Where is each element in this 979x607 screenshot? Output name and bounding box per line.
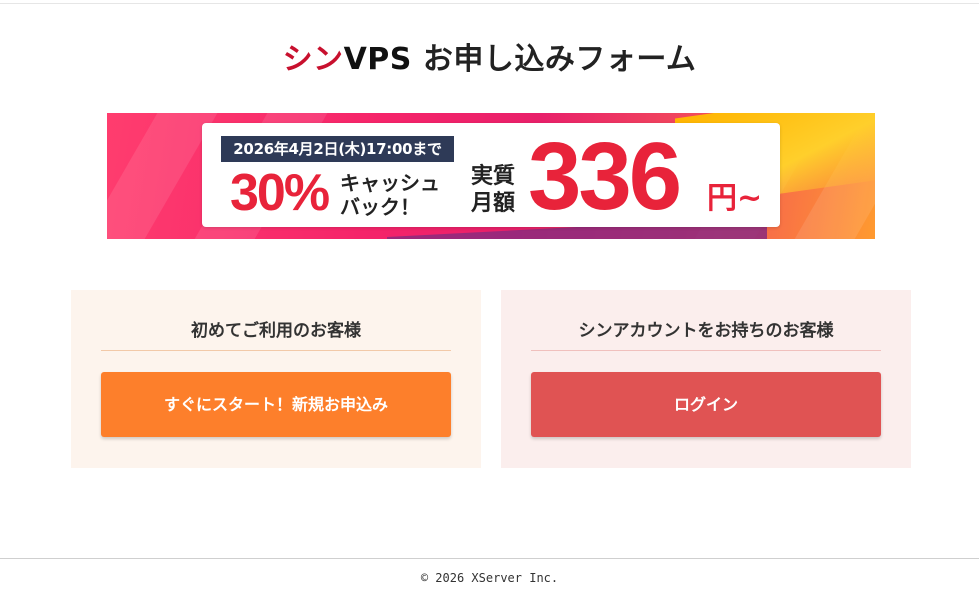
start-signup-button[interactable]: すぐにスタート！新規お申込み xyxy=(101,372,451,437)
cashback-label-line1: キャッシュ xyxy=(340,171,440,195)
login-button[interactable]: ログイン xyxy=(531,372,881,437)
page-title: シンVPS お申し込みフォーム xyxy=(0,40,979,80)
page-title-text: お申し込みフォーム xyxy=(411,42,697,77)
brand-shin: シン xyxy=(282,42,344,77)
existing-customer-heading: シンアカウントをお持ちのお客様 xyxy=(578,321,834,341)
new-customer-panel: 初めてご利用のお客様 すぐにスタート！新規お申込み xyxy=(71,290,481,468)
monthly-label-line1: 実質 xyxy=(470,164,515,189)
campaign-deadline: 2026年4月2日(木)17:00まで xyxy=(221,136,454,162)
panel-divider xyxy=(531,350,881,351)
banner-card: 2026年4月2日(木)17:00まで 30% キャッシュ バック！ 実質 月額… xyxy=(202,123,780,227)
cashback-percent: 30% xyxy=(230,164,330,222)
top-border xyxy=(0,3,979,4)
new-customer-heading: 初めてご利用のお客様 xyxy=(191,321,361,341)
cashback-label: キャッシュ バック！ xyxy=(340,171,460,219)
monthly-label-line2: 月額 xyxy=(470,191,515,216)
copyright: © 2026 XServer Inc. xyxy=(420,571,559,585)
cashback-label-line2: バック！ xyxy=(340,195,420,219)
footer-divider xyxy=(0,558,979,559)
brand-vps: VPS xyxy=(343,42,412,77)
existing-customer-panel: シンアカウントをお持ちのお客様 ログイン xyxy=(501,290,911,468)
price-unit: 円~ xyxy=(707,181,763,216)
panel-divider xyxy=(101,350,451,351)
campaign-banner[interactable]: 2026年4月2日(木)17:00まで 30% キャッシュ バック！ 実質 月額… xyxy=(107,113,875,239)
monthly-price: 336 xyxy=(528,123,682,230)
monthly-label: 実質 月額 xyxy=(467,163,519,217)
